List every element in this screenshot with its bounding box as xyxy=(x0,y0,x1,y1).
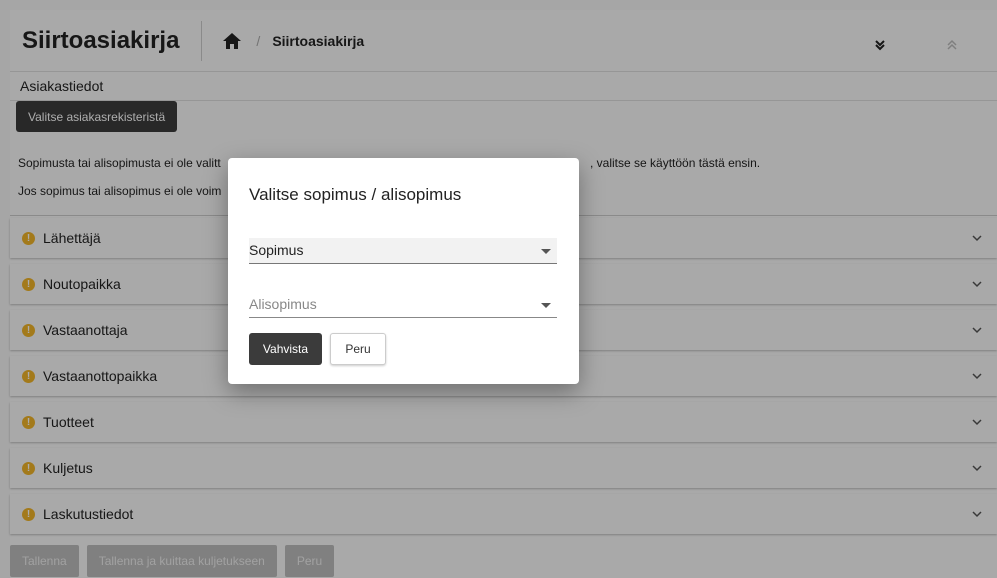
contract-select[interactable]: Sopimus xyxy=(249,238,557,264)
subcontract-select-placeholder: Alisopimus xyxy=(249,296,317,312)
dialog-cancel-button[interactable]: Peru xyxy=(330,333,386,365)
contract-dialog: Valitse sopimus / alisopimus Sopimus Ali… xyxy=(228,158,579,384)
dropdown-arrow-icon xyxy=(541,249,551,254)
dialog-title: Valitse sopimus / alisopimus xyxy=(249,185,462,204)
confirm-button[interactable]: Vahvista xyxy=(249,333,322,365)
dropdown-arrow-icon xyxy=(541,303,551,308)
subcontract-select[interactable]: Alisopimus xyxy=(249,292,557,318)
contract-select-value: Sopimus xyxy=(249,242,304,258)
